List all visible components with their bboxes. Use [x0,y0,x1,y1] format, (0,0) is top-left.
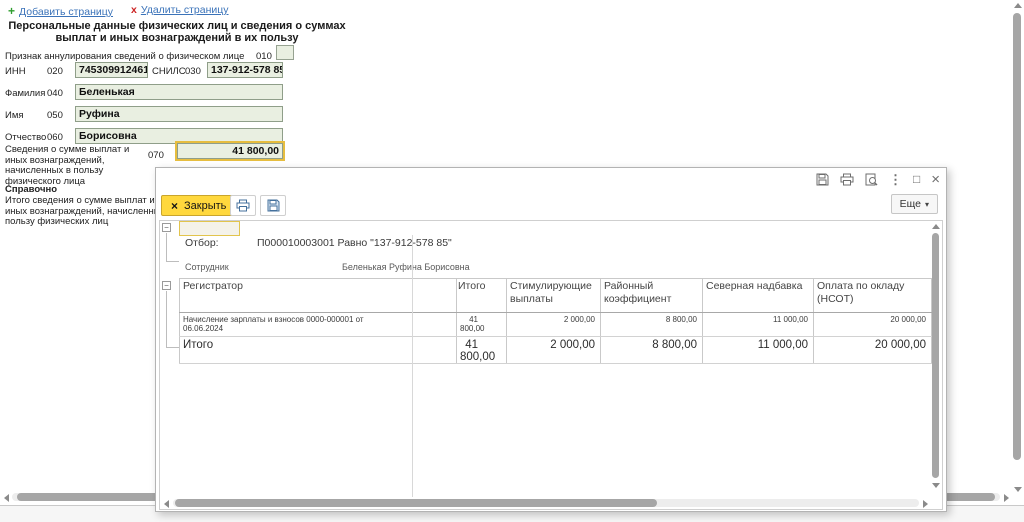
column-header[interactable]: Стимулирующие выплаты [507,279,601,313]
salary-cell[interactable]: 20 000,00 [814,313,932,337]
modal-scroll-left-arrow[interactable] [164,500,169,508]
delete-page-label: Удалить страницу [141,4,229,16]
sheet-grid-line [412,235,413,497]
collapse-group-icon[interactable]: − [162,281,171,290]
registrator-cell[interactable]: Начисление зарплаты и взносов 0000-00000… [180,313,457,337]
add-page-label: Добавить страницу [19,6,113,18]
registrator-total-cell[interactable]: Итого [180,337,457,364]
close-button[interactable]: × Закрыть [161,195,236,216]
modal-titlebar: ⋮ □ × [816,173,940,186]
preview-icon[interactable] [865,173,878,186]
report-total-row: Итого 41 800,00 2 000,00 8 800,00 11 000… [180,337,932,364]
stimul-cell[interactable]: 2 000,00 [507,313,601,337]
more-button-label: Еще [900,198,921,210]
sum-field[interactable]: 41 800,00 [177,143,283,159]
snils-code: 030 [185,66,201,77]
middlename-field[interactable]: Борисовна [75,128,283,144]
north-cell[interactable]: 11 000,00 [703,313,814,337]
report-table: Регистратор Итого Стимулирующие выплаты … [179,278,932,364]
save-button[interactable] [260,195,286,216]
more-button[interactable]: Еще ▾ [891,194,938,214]
add-page-link[interactable]: + Добавить страницу [8,4,113,18]
main-scroll-left-arrow[interactable] [4,494,9,502]
district-total-cell[interactable]: 8 800,00 [601,337,703,364]
main-scroll-down-arrow[interactable] [1014,487,1022,492]
column-header[interactable]: Итого [457,279,507,313]
report-modal-window: ⋮ □ × × Закрыть Еще ▾ − − [155,167,947,512]
delete-page-link[interactable]: x Удалить страницу [131,4,229,18]
sum-code: 070 [148,150,164,161]
close-x-icon: × [171,199,178,213]
modal-horizontal-scrollbar-thumb[interactable] [175,499,657,507]
report-sheet: − − Отбор: П000010003001 Равно "137-912-… [159,220,943,510]
snils-label: СНИЛС [152,66,186,77]
filter-value[interactable]: П000010003001 Равно "137-912-578 85" [257,237,452,249]
close-button-label: Закрыть [184,200,226,212]
annul-checkbox[interactable] [276,45,294,60]
column-header[interactable]: Районный коэффициент [601,279,703,313]
snils-field[interactable]: 137-912-578 85 [207,62,283,78]
firstname-code: 050 [47,110,63,121]
report-data-row: Начисление зарплаты и взносов 0000-00000… [180,313,932,337]
middlename-code: 060 [47,132,63,143]
group-tree-line [166,261,179,262]
group-tree-line [166,291,167,347]
collapse-group-icon[interactable]: − [162,223,171,232]
modal-scroll-down-arrow[interactable] [932,483,940,488]
save-icon[interactable] [816,173,829,186]
employee-value[interactable]: Беленькая Руфина Борисовна [342,262,470,272]
chevron-down-icon: ▾ [925,200,929,209]
total-total-cell[interactable]: 41 800,00 [457,337,507,364]
lastname-label: Фамилия [5,88,45,99]
inn-field[interactable]: 745309912461 [75,62,148,78]
column-header[interactable]: Оплата по окладу (НСОТ) [814,279,932,313]
print-button[interactable] [230,195,256,216]
report-header-row: Регистратор Итого Стимулирующие выплаты … [180,279,932,313]
reference-title: Справочно [5,184,57,195]
inn-code: 020 [47,66,63,77]
delete-x-icon: x [131,4,137,16]
firstname-field[interactable]: Руфина [75,106,283,122]
maximize-icon[interactable]: □ [913,173,920,186]
middlename-label: Отчество [5,132,46,143]
close-window-icon[interactable]: × [931,173,940,186]
annul-label: Признак аннулирования сведений о физичес… [5,51,244,62]
column-header[interactable]: Северная надбавка [703,279,814,313]
column-header[interactable]: Регистратор [180,279,457,313]
filter-label[interactable]: Отбор: [185,237,219,249]
plus-icon: + [8,4,15,18]
main-scroll-up-arrow[interactable] [1014,3,1022,8]
group-tree-line [166,233,167,261]
selected-cell[interactable] [179,221,240,236]
lastname-code: 040 [47,88,63,99]
page-title: Персональные данные физических лиц и све… [2,21,352,44]
employee-label[interactable]: Сотрудник [185,262,229,272]
modal-vertical-scrollbar-thumb[interactable] [932,233,939,478]
firstname-label: Имя [5,110,24,121]
stimul-total-cell[interactable]: 2 000,00 [507,337,601,364]
group-tree-line [166,347,179,348]
salary-total-cell[interactable]: 20 000,00 [814,337,932,364]
app-window: + Добавить страницу x Удалить страницу Пер… [0,0,1024,522]
inn-label: ИНН [5,66,26,77]
reference-text: Итого сведения о сумме выплат и иных воз… [5,196,175,228]
modal-scroll-up-arrow[interactable] [932,224,940,229]
annul-code: 010 [256,51,272,62]
more-vertical-icon[interactable]: ⋮ [889,173,902,186]
total-cell[interactable]: 41 800,00 [457,313,507,337]
lastname-field[interactable]: Беленькая [75,84,283,100]
north-total-cell[interactable]: 11 000,00 [703,337,814,364]
main-scroll-right-arrow[interactable] [1004,494,1009,502]
main-vertical-scrollbar-thumb[interactable] [1013,13,1021,460]
sum-label: Сведения о сумме выплат и иных вознаграж… [5,145,150,187]
district-cell[interactable]: 8 800,00 [601,313,703,337]
print-icon[interactable] [840,173,854,186]
modal-scroll-right-arrow[interactable] [923,500,928,508]
